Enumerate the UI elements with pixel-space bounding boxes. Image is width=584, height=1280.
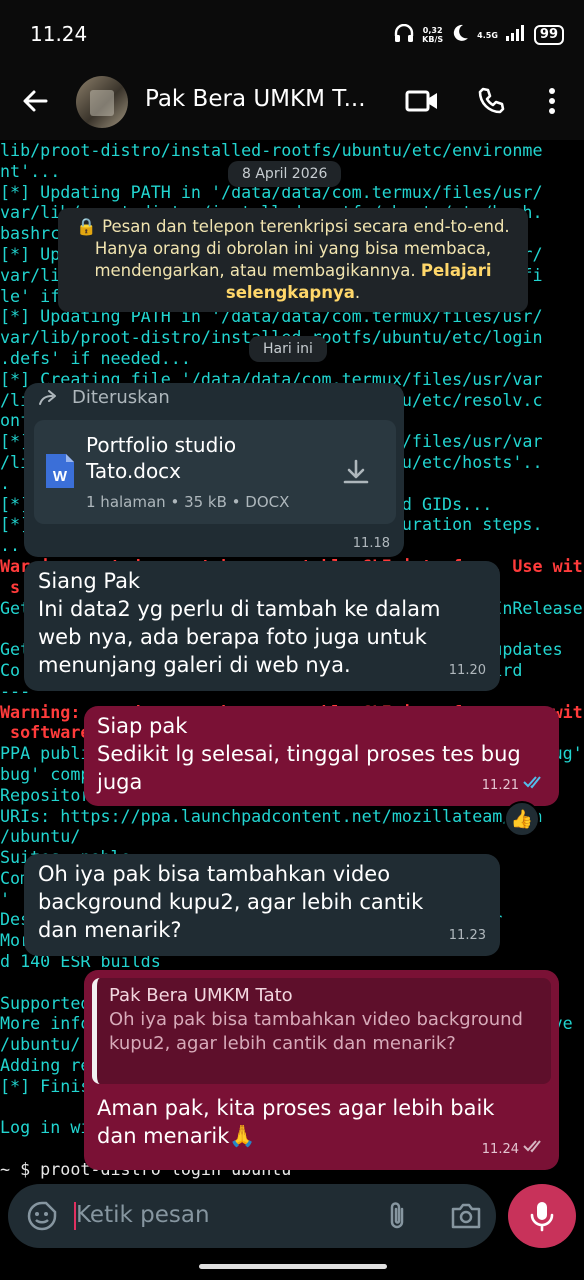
today-chip: Hari ini — [249, 336, 327, 362]
back-arrow-icon[interactable] — [20, 86, 50, 120]
status-icons: 0,32 KB/S 4.5G 99 — [394, 23, 564, 46]
incoming-message[interactable]: Oh iya pak bisa tambahkan video backgrou… — [24, 854, 500, 956]
terminal-line: /ubuntu/ — [0, 826, 81, 847]
message-text: Aman pak, kita proses agar lebih baik da… — [97, 1096, 502, 1148]
message-meta: 11.21 — [482, 772, 545, 800]
terminal-line: lib/proot-distro/installed-rootfs/ubuntu… — [0, 140, 543, 160]
system-nav-bar — [0, 1252, 584, 1280]
moon-icon — [451, 24, 469, 46]
headphones-icon — [394, 23, 414, 46]
sticker-emoji-icon[interactable] — [26, 1200, 58, 1236]
message-time: 11.23 — [448, 928, 486, 943]
word-document-icon: W — [44, 452, 76, 494]
camera-icon[interactable] — [450, 1201, 482, 1235]
signal-icon — [505, 25, 526, 45]
incoming-message[interactable]: Siang Pak Ini data2 yg perlu di tambah k… — [24, 561, 500, 691]
download-icon[interactable] — [342, 458, 370, 490]
date-chip: 8 April 2026 — [228, 161, 342, 187]
phone-icon[interactable] — [476, 86, 506, 120]
document-name: Portfolio studio Tato.docx — [86, 433, 237, 483]
status-time: 11.24 — [30, 22, 88, 46]
chat-header: Pak Bera UMKM T... — [0, 70, 584, 140]
chat-area: lib/proot-distro/installed-rootfs/ubuntu… — [0, 140, 584, 1180]
read-ticks-icon — [523, 772, 545, 800]
quoted-text: Oh iya pak bisa tambahkan video backgrou… — [109, 1009, 523, 1054]
reaction-badge[interactable]: 👍 — [504, 801, 540, 837]
mic-button[interactable] — [508, 1184, 576, 1248]
contact-avatar[interactable] — [76, 76, 128, 128]
lock-icon: 🔒 — [76, 217, 97, 236]
forwarded-icon — [38, 389, 60, 411]
video-call-icon[interactable] — [405, 86, 439, 120]
net-speed: 0,32 KB/S — [422, 26, 444, 44]
terminal-line: URIs: https://ppa.launchpadcontent.net/m… — [0, 805, 543, 826]
battery-indicator: 99 — [533, 25, 564, 45]
status-bar: 11.24 0,32 KB/S 4.5G 99 — [0, 0, 584, 70]
forwarded-document-message[interactable]: Diteruskan W Portfolio studio Tato.docx … — [24, 383, 404, 557]
message-text: Oh iya pak bisa tambahkan video backgrou… — [38, 862, 430, 942]
message-input[interactable]: Ketik pesan — [76, 1202, 210, 1228]
document-card[interactable]: W Portfolio studio Tato.docx 1 halaman •… — [34, 420, 396, 524]
message-meta: 11.24 — [482, 1136, 545, 1164]
mic-icon — [528, 1200, 556, 1236]
message-text: Siang Pak Ini data2 yg perlu di tambah k… — [38, 569, 441, 677]
network-type: 4.5G — [477, 30, 498, 40]
svg-text:W: W — [53, 468, 68, 485]
more-vert-icon[interactable] — [540, 86, 564, 120]
encryption-notice[interactable]: 🔒 Pesan dan telepon terenkripsi secara e… — [58, 208, 528, 312]
delivered-ticks-icon — [523, 1136, 545, 1164]
message-text: Siap pak Sedikit lg selesai, tinggal pro… — [97, 714, 521, 794]
quoted-message[interactable]: Pak Bera UMKM Tato Oh iya pak bisa tamba… — [92, 978, 551, 1084]
outgoing-message[interactable]: Siap pak Sedikit lg selesai, tinggal pro… — [84, 706, 559, 806]
attach-icon[interactable] — [384, 1200, 410, 1236]
home-gesture-bar[interactable] — [199, 1264, 387, 1269]
message-time: 11.18 — [352, 536, 390, 551]
quoted-sender: Pak Bera UMKM Tato — [109, 985, 293, 1006]
contact-name[interactable]: Pak Bera UMKM T... — [145, 86, 366, 112]
forwarded-label: Diteruskan — [72, 387, 170, 408]
message-composer: Ketik pesan — [8, 1184, 496, 1248]
document-meta: 1 halaman • 35 kB • DOCX — [86, 493, 290, 511]
outgoing-reply-message[interactable]: Pak Bera UMKM Tato Oh iya pak bisa tamba… — [84, 970, 559, 1170]
message-time: 11.20 — [448, 663, 486, 678]
